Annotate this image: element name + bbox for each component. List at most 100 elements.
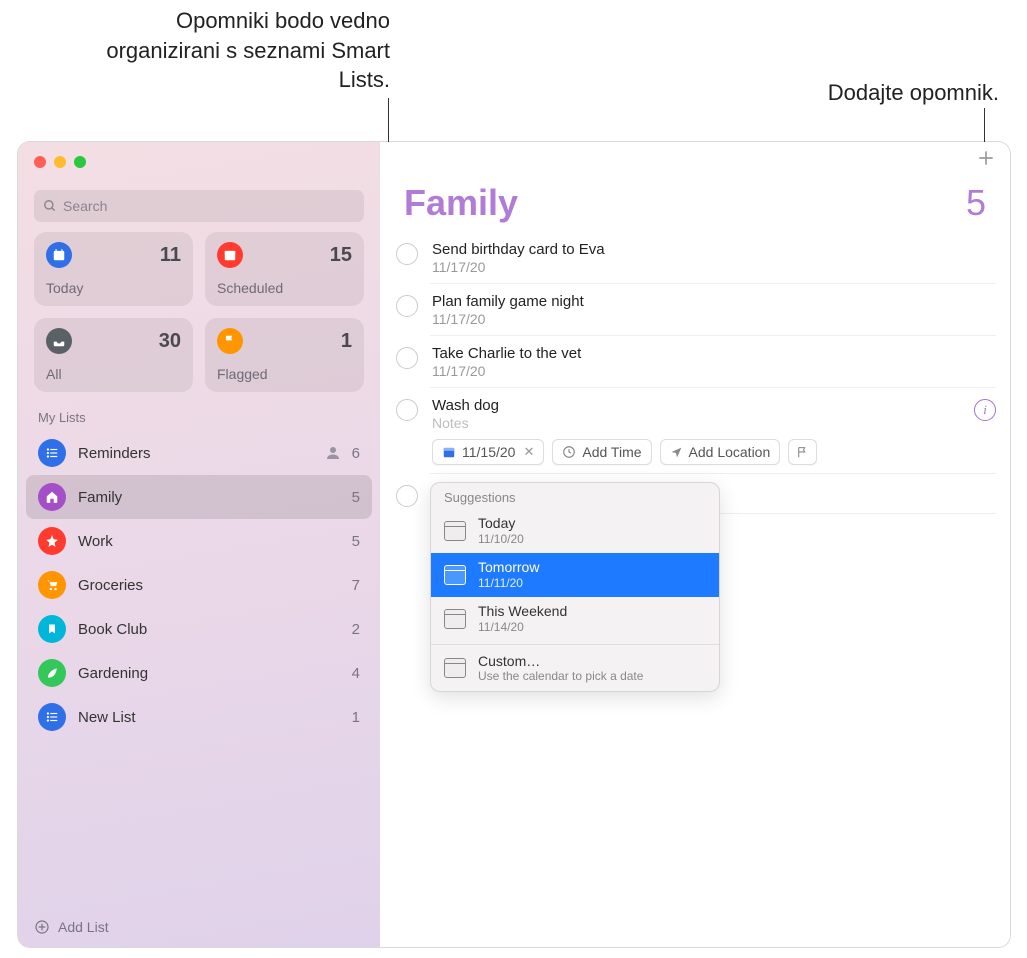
flag-chip[interactable] [788,439,817,465]
all-label: All [46,366,181,382]
shared-icon [324,444,342,462]
scheduled-count: 15 [330,244,352,267]
suggestions-header: Suggestions [431,483,719,509]
add-list-label: Add List [58,919,109,935]
calendar-icon [444,658,466,678]
list-name: Groceries [78,577,352,594]
quick-edit-chips: 11/15/20 ✕ Add Time [432,439,974,465]
sidebar-item-reminders[interactable]: Reminders 6 [26,431,372,475]
reminder-row[interactable]: Send birthday card to Eva 11/17/20 [380,232,1010,284]
suggestion-sub: 11/11/20 [478,576,539,590]
sidebar-item-work[interactable]: Work 5 [26,519,372,563]
today-count: 11 [160,244,181,267]
scheduled-label: Scheduled [217,280,352,296]
reminder-row-editing[interactable]: Wash dog Notes 11/15/20 ✕ [380,388,1010,474]
sidebar-item-family[interactable]: Family 5 [26,475,372,519]
calendar-icon [444,565,466,585]
sidebar: Search 11 Today 15 Schedul [18,142,380,947]
complete-toggle[interactable] [396,295,418,317]
close-window-button[interactable] [34,156,46,168]
smart-lists-grid: 11 Today 15 Scheduled 30 [18,232,380,392]
tray-icon [46,328,72,354]
list-header: Family 5 [380,142,1010,232]
complete-toggle[interactable] [396,485,418,507]
add-list-button[interactable]: Add List [18,907,380,947]
add-reminder-button[interactable] [976,148,996,168]
house-icon [38,483,66,511]
calendar-icon [442,445,456,459]
date-suggestions-popover: Suggestions Today 11/10/20 Tomorrow 11/1… [430,482,720,692]
add-time-chip[interactable]: Add Time [552,439,651,465]
info-button[interactable]: i [974,399,996,421]
flag-outline-icon [796,446,809,459]
calendar-today-icon [46,242,72,268]
suggestion-this-weekend[interactable]: This Weekend 11/14/20 [431,597,719,641]
reminder-title: Plan family game night [432,293,996,310]
suggestion-title: Tomorrow [478,559,539,576]
reminder-notes-placeholder[interactable]: Notes [432,415,974,431]
clear-date-button[interactable]: ✕ [523,444,534,460]
flag-icon [217,328,243,354]
callout-smartlists: Opomniki bodo vedno organizirani s sezna… [80,6,390,95]
zoom-window-button[interactable] [74,156,86,168]
calendar-icon [217,242,243,268]
smart-list-today[interactable]: 11 Today [34,232,193,306]
add-location-label: Add Location [689,444,771,460]
sidebar-item-groceries[interactable]: Groceries 7 [26,563,372,607]
complete-toggle[interactable] [396,347,418,369]
smart-list-flagged[interactable]: 1 Flagged [205,318,364,392]
suggestion-sub: 11/10/20 [478,532,524,546]
reminder-title: Take Charlie to the vet [432,345,996,362]
smart-list-all[interactable]: 30 All [34,318,193,392]
search-input[interactable]: Search [34,190,364,222]
reminder-date: 11/17/20 [432,311,996,327]
list-name: Reminders [78,445,324,462]
complete-toggle[interactable] [396,399,418,421]
sidebar-item-gardening[interactable]: Gardening 4 [26,651,372,695]
smart-list-scheduled[interactable]: 15 Scheduled [205,232,364,306]
window-controls [18,142,380,172]
suggestion-tomorrow[interactable]: Tomorrow 11/11/20 [431,553,719,597]
reminder-title: Wash dog [432,397,974,414]
list-total: 5 [966,182,986,224]
location-icon [670,446,683,459]
sidebar-item-book-club[interactable]: Book Club 2 [26,607,372,651]
suggestion-custom[interactable]: Custom… Use the calendar to pick a date [431,647,719,691]
suggestion-title: This Weekend [478,603,567,620]
list-name: Family [78,489,352,506]
list-bullet-icon [38,439,66,467]
add-location-chip[interactable]: Add Location [660,439,781,465]
clock-icon [562,445,576,459]
list-name: Gardening [78,665,352,682]
list-count: 2 [352,621,360,638]
reminder-row[interactable]: Plan family game night 11/17/20 [380,284,1010,336]
list-count: 6 [352,445,360,462]
sidebar-item-new-list[interactable]: New List 1 [26,695,372,739]
reminder-date: 11/17/20 [432,259,996,275]
complete-toggle[interactable] [396,243,418,265]
list-count: 7 [352,577,360,594]
suggestion-today[interactable]: Today 11/10/20 [431,509,719,553]
bookmark-icon [38,615,66,643]
list-name: Work [78,533,352,550]
reminders-list: Send birthday card to Eva 11/17/20 Plan … [380,232,1010,514]
list-name: New List [78,709,352,726]
list-count: 5 [352,533,360,550]
list-count: 5 [352,489,360,506]
calendar-icon [444,609,466,629]
plus-icon [976,148,996,168]
main-pane: Family 5 Send birthday card to Eva 11/17… [380,142,1010,947]
callout-add-reminder: Dodajte opomnik. [739,78,999,108]
date-chip[interactable]: 11/15/20 ✕ [432,439,544,465]
reminder-row[interactable]: Take Charlie to the vet 11/17/20 [380,336,1010,388]
date-chip-value: 11/15/20 [462,444,515,460]
app-window: Search 11 Today 15 Schedul [18,142,1010,947]
divider [431,644,719,645]
all-count: 30 [159,330,181,353]
list-count: 1 [352,709,360,726]
minimize-window-button[interactable] [54,156,66,168]
add-time-label: Add Time [582,444,641,460]
reminder-title: Send birthday card to Eva [432,241,996,258]
list-name: Book Club [78,621,352,638]
calendar-icon [444,521,466,541]
